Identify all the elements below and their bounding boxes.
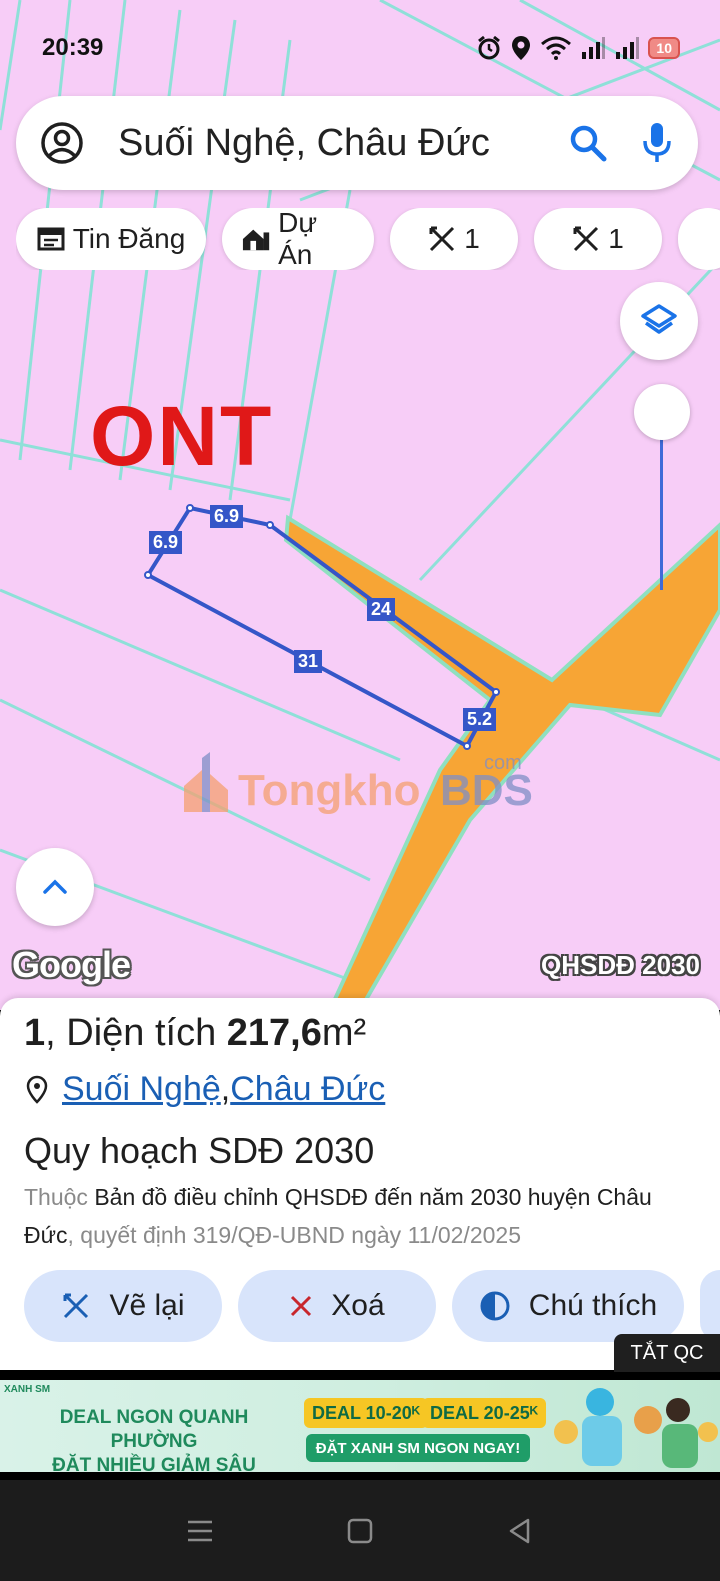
source-prefix: Thuộc	[24, 1184, 95, 1210]
legend-label: Chú thích	[528, 1289, 658, 1322]
ad-cta-button[interactable]: ĐẶT XANH SM NGON NGAY!	[306, 1434, 530, 1462]
location-separator: ,	[220, 1070, 231, 1108]
close-icon	[291, 1295, 312, 1317]
redraw-label: Vẽ lại	[109, 1289, 185, 1322]
chip-label: Dự Án	[278, 208, 318, 270]
ad-deal-badge: DEAL 10-20ᴷ	[304, 1398, 429, 1428]
area-value: 217,6	[226, 1012, 322, 1054]
redraw-icon	[63, 1293, 89, 1319]
area-summary: 1, Diện tích 217,6m²	[24, 1012, 366, 1055]
info-sheet: 1, Diện tích 217,6m² Suối Nghệ, Châu Đức…	[0, 998, 720, 1370]
ad-banner[interactable]: XANH SM DEAL NGON QUANH PHƯỜNG ĐẶT NHIỀU…	[0, 1380, 720, 1472]
area-prefix: , Diện tích	[45, 1012, 227, 1054]
map-layer-label: QHSDĐ 2030	[541, 950, 700, 980]
area-unit: m²	[321, 1012, 367, 1054]
chip-label: 1	[608, 223, 624, 254]
plan-source: Thuộc Bản đồ điều chỉnh QHSDĐ đến năm 20…	[24, 1178, 704, 1254]
filter-chips: Tin Đăng Dự Án 1 1	[16, 208, 720, 270]
recent-apps-icon[interactable]	[186, 1518, 214, 1544]
search-bar[interactable]: Suối Nghệ, Châu Đức	[16, 96, 698, 190]
clock: 20:39	[42, 34, 104, 61]
watermark-brand-a: Tongkho	[238, 766, 421, 815]
listing-icon	[37, 227, 65, 251]
location-link-district[interactable]: Châu Đức	[230, 1070, 385, 1109]
ad-logo: XANH SM	[4, 1384, 51, 1395]
expand-button[interactable]	[16, 848, 94, 926]
layers-icon	[641, 304, 677, 334]
parcel-count: 1	[24, 1012, 46, 1054]
map-view[interactable]: ONT 6.9 6.9 24 31 5.2 Tongkho BDS com 20…	[0, 0, 720, 1010]
ad-headline-line: ĐẶT NHIỀU GIẢM SÂU	[52, 1455, 256, 1472]
edge-label: 24	[367, 598, 396, 621]
account-icon[interactable]	[40, 121, 84, 165]
redraw-button[interactable]: Vẽ lại	[24, 1270, 222, 1342]
watermark: Tongkho BDS com	[180, 752, 540, 822]
chip-label: 1	[464, 223, 480, 254]
plan-title: Quy hoạch SDĐ 2030	[24, 1130, 375, 1171]
system-nav-bar	[0, 1480, 720, 1581]
google-logo: Google	[12, 944, 131, 985]
signal-icon	[582, 37, 606, 59]
chip-more[interactable]	[678, 208, 720, 270]
house-logo-icon	[184, 752, 228, 812]
back-icon[interactable]	[506, 1517, 534, 1545]
location-icon	[512, 36, 531, 60]
search-icon[interactable]	[568, 123, 608, 163]
edge-label: 6.9	[149, 531, 183, 554]
chip-measure[interactable]: 1	[390, 208, 518, 270]
search-input[interactable]: Suối Nghệ, Châu Đức	[118, 122, 568, 165]
home-icon[interactable]	[346, 1517, 374, 1545]
location-link-commune[interactable]: Suối Nghệ	[62, 1070, 221, 1109]
signal-icon	[616, 37, 640, 59]
layers-button[interactable]	[620, 282, 698, 360]
ad-deal-badge: DEAL 20-25ᴷ	[422, 1398, 547, 1428]
edge-label: 31	[294, 650, 323, 673]
project-icon	[242, 229, 270, 251]
edge-label: 5.2	[463, 708, 497, 731]
location-pin-icon	[26, 1075, 48, 1104]
wifi-icon	[541, 36, 572, 60]
contrast-icon	[480, 1291, 510, 1321]
chip-listings[interactable]: Tin Đăng	[16, 208, 206, 270]
ad-illustration	[554, 1388, 718, 1468]
watermark-suffix: com	[484, 752, 522, 774]
location-line: Suối Nghệ, Châu Đức	[24, 1070, 385, 1109]
edge-label: 6.9	[210, 505, 244, 528]
hide-ads-button[interactable]: TẮT QC	[614, 1334, 720, 1372]
status-bar: 20:39 10	[42, 30, 680, 66]
delete-label: Xoá	[331, 1289, 385, 1322]
measure-icon	[573, 226, 599, 252]
more-actions-button[interactable]	[700, 1270, 720, 1342]
chip-measure[interactable]: 1	[534, 208, 662, 270]
battery-indicator: 10	[648, 37, 680, 59]
action-buttons: Vẽ lại Xoá Chú thích	[24, 1270, 720, 1342]
source-decision: , quyết định 319/QĐ-UBND ngày 11/02/2025	[67, 1222, 521, 1248]
measure-icon	[429, 226, 455, 252]
delete-button[interactable]: Xoá	[238, 1270, 436, 1342]
chip-label: Tin Đăng	[72, 223, 186, 254]
microphone-icon[interactable]	[642, 121, 672, 165]
chevron-up-icon	[43, 879, 67, 894]
ad-headline-line: DEAL NGON QUANH PHƯỜNG	[59, 1407, 249, 1452]
ad-headline: DEAL NGON QUANH PHƯỜNG ĐẶT NHIỀU GIẢM SÂ…	[14, 1406, 294, 1472]
chip-projects[interactable]: Dự Án	[222, 208, 374, 270]
opacity-slider-knob[interactable]	[634, 384, 690, 440]
zone-label: ONT	[90, 389, 274, 483]
legend-button[interactable]: Chú thích	[452, 1270, 684, 1342]
alarm-icon	[478, 35, 501, 60]
